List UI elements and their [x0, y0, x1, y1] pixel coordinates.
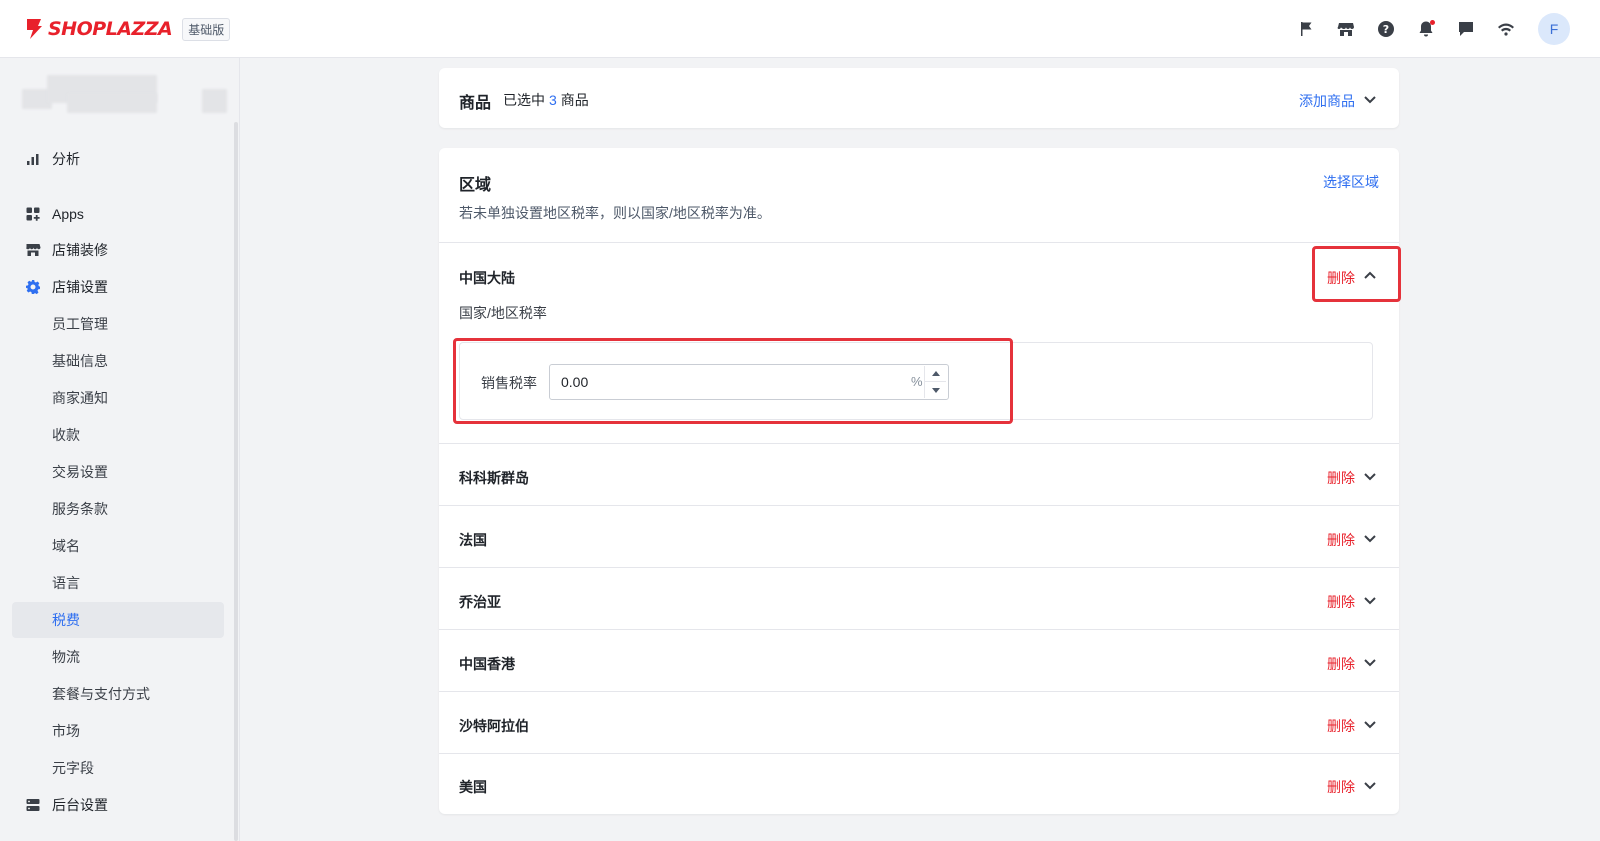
- products-title: 商品: [459, 95, 492, 112]
- selected-count: 3: [549, 92, 557, 108]
- sidebar-item-admin-settings[interactable]: 后台设置: [12, 787, 224, 823]
- flag-icon[interactable]: [1296, 19, 1316, 39]
- stepper-down-button[interactable]: [925, 382, 946, 398]
- region-row[interactable]: 乔治亚 删除: [439, 567, 1399, 629]
- chevron-down-icon[interactable]: [1363, 531, 1377, 545]
- chat-icon[interactable]: [1456, 19, 1476, 39]
- region-name: 中国大陆: [459, 270, 515, 286]
- sidebar-item-label: Apps: [52, 206, 84, 222]
- percent-unit: %: [911, 374, 923, 389]
- gear-icon: [24, 278, 42, 296]
- sidebar-item-store-design[interactable]: 店铺装修: [12, 232, 224, 268]
- sidebar-subitem-languages[interactable]: 语言: [12, 565, 224, 601]
- delete-region-button[interactable]: 删除: [1327, 654, 1355, 674]
- sidebar-subitem-plans[interactable]: 套餐与支付方式: [12, 676, 224, 712]
- region-name: 法国: [459, 532, 487, 548]
- sidebar-subitem-metafields[interactable]: 元字段: [12, 750, 224, 786]
- region-name: 中国香港: [459, 656, 515, 672]
- chevron-down-icon[interactable]: [1363, 717, 1377, 731]
- stepper-up-button[interactable]: [925, 366, 946, 382]
- sidebar-subitem-payments[interactable]: 收款: [12, 417, 224, 453]
- sidebar-item-label: 店铺设置: [52, 279, 108, 295]
- shoplazza-logo-icon: [27, 19, 42, 39]
- chevron-up-icon[interactable]: [1363, 269, 1377, 283]
- apps-icon: [24, 205, 42, 223]
- select-region-button[interactable]: 选择区域: [1323, 172, 1379, 192]
- sidebar-subitem-staff[interactable]: 员工管理: [12, 306, 224, 342]
- region-row[interactable]: 法国 删除: [439, 505, 1399, 567]
- chevron-down-icon[interactable]: [1363, 655, 1377, 669]
- sidebar-item-analytics[interactable]: 分析: [12, 141, 224, 177]
- bar-chart-icon: [24, 150, 42, 168]
- bell-icon[interactable]: [1416, 19, 1436, 39]
- sidebar-subitem-checkout[interactable]: 交易设置: [12, 454, 224, 490]
- country-tax-rate-label: 国家/地区税率: [459, 305, 547, 321]
- delete-region-button[interactable]: 删除: [1327, 468, 1355, 488]
- sidebar-subitem-taxes[interactable]: 税费: [12, 602, 224, 638]
- sidebar-subitem-terms[interactable]: 服务条款: [12, 491, 224, 527]
- add-product-button[interactable]: 添加商品: [1299, 91, 1355, 111]
- store-icon[interactable]: [1336, 19, 1356, 39]
- caret-down-icon: [931, 387, 940, 393]
- sidebar: 分析 Apps 店铺装修 店铺设置 员工管理 基础信息 商家通知 收款 交易设置…: [0, 58, 240, 841]
- notification-dot: [1430, 20, 1435, 25]
- chevron-down-icon[interactable]: [1363, 593, 1377, 607]
- tax-rate-box: 销售税率 %: [459, 342, 1373, 420]
- chevron-down-icon[interactable]: [1363, 92, 1377, 106]
- sidebar-item-store-settings[interactable]: 店铺设置: [12, 269, 224, 305]
- chevron-down-icon[interactable]: [1363, 778, 1377, 792]
- blurred-store-info: [22, 75, 227, 125]
- sales-tax-label: 销售税率: [481, 375, 537, 391]
- region-row[interactable]: 沙特阿拉伯 删除: [439, 691, 1399, 753]
- region-row[interactable]: 中国香港 删除: [439, 629, 1399, 691]
- region-row[interactable]: 科科斯群岛 删除: [439, 443, 1399, 505]
- sidebar-item-label: 店铺装修: [52, 242, 108, 258]
- svg-text:?: ?: [1383, 23, 1389, 36]
- avatar[interactable]: F: [1538, 13, 1570, 45]
- sidebar-subitem-basic-info[interactable]: 基础信息: [12, 343, 224, 379]
- tax-stepper[interactable]: [924, 366, 946, 398]
- selected-prefix: 已选中: [503, 92, 545, 108]
- regions-title: 区域: [459, 177, 492, 194]
- delete-region-button[interactable]: 删除: [1327, 530, 1355, 550]
- sales-tax-input[interactable]: [549, 364, 949, 400]
- sidebar-subitem-domains[interactable]: 域名: [12, 528, 224, 564]
- help-icon[interactable]: ?: [1376, 19, 1396, 39]
- regions-description: 若未单独设置地区税率，则以国家/地区税率为准。: [459, 205, 771, 221]
- region-name: 美国: [459, 779, 487, 795]
- region-name: 科科斯群岛: [459, 470, 529, 486]
- sidebar-subitem-shipping[interactable]: 物流: [12, 639, 224, 675]
- sidebar-item-label: 分析: [52, 151, 80, 167]
- brand-name: SHOPLAZZA: [48, 18, 173, 40]
- products-card: 商品 已选中 3 商品 添加商品: [439, 68, 1399, 128]
- selected-suffix: 商品: [560, 92, 589, 108]
- products-selected-summary: 已选中 3 商品: [503, 90, 589, 110]
- top-bar: SHOPLAZZA 基础版 ? F: [0, 0, 1600, 58]
- sidebar-item-label: 后台设置: [52, 797, 108, 813]
- region-row[interactable]: 美国 删除: [439, 753, 1399, 814]
- caret-up-icon: [931, 371, 940, 376]
- server-icon: [24, 796, 42, 814]
- sidebar-scrollbar[interactable]: [234, 122, 238, 841]
- sidebar-subitem-markets[interactable]: 市场: [12, 713, 224, 749]
- delete-region-button[interactable]: 删除: [1327, 716, 1355, 736]
- delete-region-button[interactable]: 删除: [1327, 777, 1355, 797]
- delete-region-button[interactable]: 删除: [1327, 592, 1355, 612]
- sidebar-item-apps[interactable]: Apps: [12, 196, 224, 232]
- region-name: 乔治亚: [459, 594, 501, 610]
- region-name: 沙特阿拉伯: [459, 718, 529, 734]
- brand-logo[interactable]: SHOPLAZZA 基础版: [24, 17, 231, 41]
- wifi-icon[interactable]: [1496, 19, 1516, 39]
- store-icon: [24, 241, 42, 259]
- chevron-down-icon[interactable]: [1363, 469, 1377, 483]
- region-row-expanded: 中国大陆 删除 国家/地区税率 销售税率 %: [439, 242, 1399, 443]
- sidebar-subitem-notifications[interactable]: 商家通知: [12, 380, 224, 416]
- delete-region-button[interactable]: 删除: [1327, 268, 1355, 288]
- plan-badge: 基础版: [182, 17, 231, 41]
- regions-card: 区域 选择区域 若未单独设置地区税率，则以国家/地区税率为准。 中国大陆 删除 …: [439, 148, 1399, 814]
